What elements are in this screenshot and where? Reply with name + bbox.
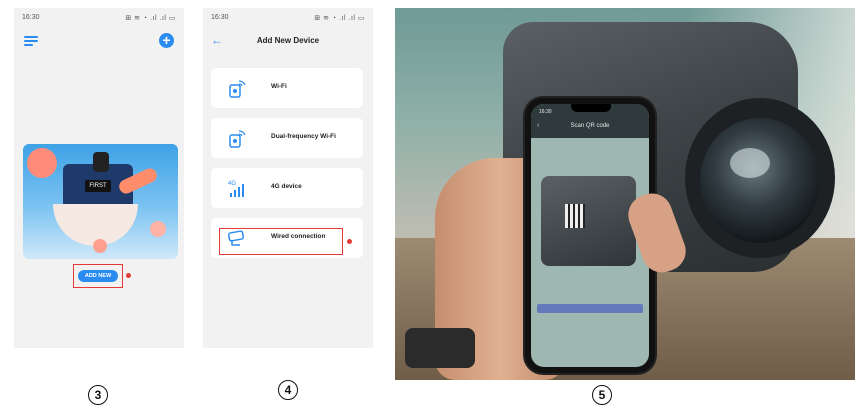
step-number-4: 4 <box>278 380 298 400</box>
device-option-wifi[interactable]: Wi-Fi <box>211 68 363 108</box>
page-title: Add New Device <box>256 36 320 45</box>
device-option-label: Dual-frequency Wi-Fi <box>271 133 336 140</box>
menu-icon[interactable] <box>24 36 38 47</box>
qr-code-icon <box>565 204 585 228</box>
status-time: 16:30 <box>211 14 229 21</box>
scan-qr-screen: 16:30 ‹ Scan QR code <box>531 104 649 367</box>
plus-circle-icon[interactable]: + <box>159 33 174 48</box>
dual-wifi-camera-icon <box>229 130 246 148</box>
status-icons: ⊞ ≋ ◔ .ıl .ıl ▭ <box>314 15 365 22</box>
phone-screen-home: 16:30 ⊞ ≋ ◔ .ıl .ıl ▭ + FIRST ADD NEW <box>14 8 184 348</box>
camera-illustration-icon <box>93 152 109 172</box>
status-icons: ⊞ ≋ ◔ .ıl .ıl ▭ <box>125 15 176 22</box>
device-option-dual-wifi[interactable]: Dual-frequency Wi-Fi <box>211 118 363 158</box>
hero-sign: FIRST <box>85 180 111 192</box>
scan-qr-photo: 16:30 ‹ Scan QR code <box>395 8 855 380</box>
device-option-label: Wi-Fi <box>271 83 287 90</box>
wifi-camera-icon <box>229 80 246 98</box>
scan-qr-title: Scan QR code <box>570 123 610 129</box>
phone-screen-add-device: 16:30 ⊞ ≋ ◔ .ıl .ıl ▭ ← Add New Device W… <box>203 8 373 348</box>
add-new-highlight: ADD NEW <box>73 264 123 288</box>
highlight-dot <box>126 273 131 278</box>
add-new-button[interactable]: ADD NEW <box>78 270 118 282</box>
phone-time: 16:30 <box>539 109 552 115</box>
hero-illustration: FIRST <box>23 144 178 259</box>
highlight-dot <box>347 239 352 244</box>
step-number-5: 5 <box>592 385 612 405</box>
status-bar: 16:30 ⊞ ≋ ◔ .ıl .ıl ▭ <box>22 14 176 24</box>
svg-text:4G: 4G <box>228 181 236 187</box>
device-option-4g[interactable]: 4G 4G device <box>211 168 363 208</box>
step-number-3: 3 <box>88 385 108 405</box>
wired-connection-highlight <box>219 228 343 255</box>
camera-preview <box>541 176 636 266</box>
status-time: 16:30 <box>22 14 40 21</box>
device-option-label: 4G device <box>271 183 302 190</box>
camera-lens <box>700 118 820 243</box>
scan-hint-bar <box>537 304 643 313</box>
wristwatch-image <box>405 328 475 368</box>
status-bar: 16:30 ⊞ ≋ ◔ .ıl .ıl ▭ <box>211 14 365 24</box>
4g-signal-icon: 4G <box>228 181 244 197</box>
